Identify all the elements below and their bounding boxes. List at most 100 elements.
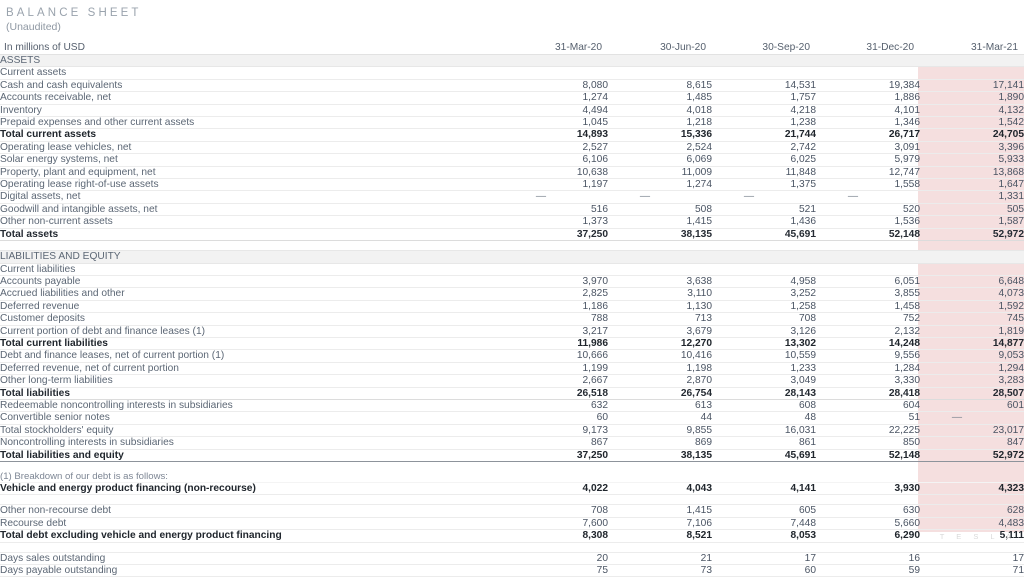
row-value-col-0: 14,893 bbox=[504, 128, 608, 142]
table-row: Current portion of debt and finance leas… bbox=[0, 324, 1024, 338]
row-value-col-2: 28,143 bbox=[712, 386, 816, 400]
table-header-row: In millions of USD 31-Mar-20 30-Jun-20 3… bbox=[0, 39, 1024, 55]
row-label: Goodwill and intangible assets, net bbox=[0, 202, 504, 217]
row-value-col-4: 1,592 bbox=[920, 299, 1024, 314]
row-value-col-3: 604 bbox=[816, 398, 920, 413]
row-value-col-2: 21,744 bbox=[712, 128, 816, 142]
subsection-header-current-assets: Current assets bbox=[0, 66, 1024, 80]
row-value-col-3: 28,418 bbox=[816, 386, 920, 400]
row-value-col-1: 713 bbox=[608, 312, 712, 326]
section-assets-c0 bbox=[504, 53, 608, 68]
row-value-col-4: 17 bbox=[920, 551, 1024, 566]
spacer-cell bbox=[504, 241, 608, 251]
row-value-col-2: 4,958 bbox=[712, 274, 816, 289]
spacer-cell bbox=[920, 462, 1024, 472]
table-row-total-current-liabilities: Total current liabilities 11,986 12,270 13,… bbox=[0, 336, 1024, 351]
row-value-col-2: 1,375 bbox=[712, 178, 816, 192]
table-row: Property, plant and equipment, net 10,638… bbox=[0, 165, 1024, 180]
row-value-col-4: 1,542 bbox=[920, 116, 1024, 130]
spacer-cell bbox=[816, 462, 920, 472]
row-value-col-2: 16,031 bbox=[712, 423, 816, 438]
page-title: BALANCE SHEET bbox=[6, 7, 142, 19]
row-value-col-0: 10,666 bbox=[504, 349, 608, 363]
current-assets-c3 bbox=[816, 66, 920, 80]
row-value-col-1: 9,855 bbox=[608, 423, 712, 438]
row-value-col-0: 1,197 bbox=[504, 178, 608, 192]
row-value-col-4: 1,819 bbox=[920, 324, 1024, 338]
row-value-col-1: 3,679 bbox=[608, 324, 712, 338]
spacer-cell bbox=[608, 462, 712, 472]
row-label: Accrued liabilities and other bbox=[0, 287, 504, 301]
current-assets-c1 bbox=[608, 66, 712, 80]
spacer-cell bbox=[608, 241, 712, 251]
table-row: Goodwill and intangible assets, net 516 50… bbox=[0, 202, 1024, 217]
balance-sheet-page: BALANCE SHEET (Unaudited) In millions of… bbox=[0, 0, 1024, 577]
spacer-cell bbox=[712, 241, 816, 251]
table-row: Operating lease right-of-use assets 1,197… bbox=[0, 178, 1024, 192]
table-row: Days payable outstanding 75 73 60 59 71 bbox=[0, 564, 1024, 577]
row-value-col-3: 3,855 bbox=[816, 287, 920, 301]
row-value-col-2: 3,252 bbox=[712, 287, 816, 301]
row-value-col-3: 6,051 bbox=[816, 274, 920, 289]
footnote-c4 bbox=[920, 471, 1024, 483]
row-value-col-0: 37,250 bbox=[504, 448, 608, 463]
row-value-col-1: 508 bbox=[608, 202, 712, 217]
section-liab-c1 bbox=[608, 250, 712, 264]
row-value-col-3: 1,284 bbox=[816, 361, 920, 376]
row-value-col-2: 1,436 bbox=[712, 215, 816, 229]
current-liab-c1 bbox=[608, 262, 712, 276]
spacer-row bbox=[0, 241, 1024, 251]
spacer-cell bbox=[920, 542, 1024, 553]
row-value-col-0: 9,173 bbox=[504, 423, 608, 438]
row-value-col-1: 1,415 bbox=[608, 504, 712, 518]
table-row-total-liabilities: Total liabilities 26,518 26,754 28,143 28,41… bbox=[0, 386, 1024, 400]
row-value-col-2: 3,126 bbox=[712, 324, 816, 338]
row-value-col-3: 2,132 bbox=[816, 324, 920, 338]
row-value-col-1: 2,524 bbox=[608, 140, 712, 155]
row-value-col-0: 1,199 bbox=[504, 361, 608, 376]
row-label: Noncontrolling interests in subsidiaries bbox=[0, 436, 504, 450]
table-row: Deferred revenue, net of current portion… bbox=[0, 361, 1024, 376]
table-row: Debt and finance leases, net of current … bbox=[0, 349, 1024, 363]
row-value-col-1: 38,135 bbox=[608, 448, 712, 463]
row-label: Accounts receivable, net bbox=[0, 91, 504, 105]
spacer-cell bbox=[504, 494, 608, 506]
row-value-col-2: 8,053 bbox=[712, 529, 816, 543]
row-value-col-0: 632 bbox=[504, 398, 608, 413]
row-value-col-1: 2,870 bbox=[608, 374, 712, 388]
row-label: Property, plant and equipment, net bbox=[0, 165, 504, 180]
table-row: Customer deposits 788 713 708 752 745 bbox=[0, 312, 1024, 326]
row-label: Operating lease vehicles, net bbox=[0, 140, 504, 155]
row-value-col-4: 601 bbox=[920, 398, 1024, 413]
table-row: Other long-term liabilities 2,667 2,870 3,0… bbox=[0, 374, 1024, 388]
section-label-assets: ASSETS bbox=[0, 53, 504, 68]
row-label: Accounts payable bbox=[0, 274, 504, 289]
row-value-col-3: 3,091 bbox=[816, 140, 920, 155]
row-value-col-2: 2,742 bbox=[712, 140, 816, 155]
row-value-col-0: 867 bbox=[504, 436, 608, 450]
table-row: Deferred revenue 1,186 1,130 1,258 1,458 1,59… bbox=[0, 299, 1024, 314]
balance-sheet-table: In millions of USD 31-Mar-20 30-Jun-20 3… bbox=[0, 39, 1024, 577]
section-assets-c1 bbox=[608, 53, 712, 68]
row-value-col-0: 1,274 bbox=[504, 91, 608, 105]
row-label: Other non-recourse debt bbox=[0, 504, 504, 518]
current-assets-c4 bbox=[920, 66, 1024, 80]
row-value-col-1: 1,485 bbox=[608, 91, 712, 105]
row-value-col-3: 1,886 bbox=[816, 91, 920, 105]
subsection-header-current-liabilities: Current liabilities bbox=[0, 262, 1024, 276]
row-value-col-4: 23,017 bbox=[920, 423, 1024, 438]
table-row: Accrued liabilities and other 2,825 3,110 3… bbox=[0, 287, 1024, 301]
row-value-col-2: — bbox=[712, 190, 816, 204]
row-label: Inventory bbox=[0, 103, 504, 118]
tesla-watermark: T E S L A bbox=[939, 532, 1016, 541]
row-value-col-0: 4,494 bbox=[504, 103, 608, 118]
row-value-col-0: 2,825 bbox=[504, 287, 608, 301]
row-value-col-4: 1,331 bbox=[920, 190, 1024, 204]
spacer-cell bbox=[816, 494, 920, 506]
row-value-col-3: 59 bbox=[816, 564, 920, 577]
row-value-col-2: 1,238 bbox=[712, 116, 816, 130]
row-value-col-3: 51 bbox=[816, 411, 920, 425]
row-value-col-0: 3,970 bbox=[504, 274, 608, 289]
footnote-intro-label: (1) Breakdown of our debt is as follows: bbox=[0, 471, 168, 482]
row-value-col-0: 1,186 bbox=[504, 299, 608, 314]
